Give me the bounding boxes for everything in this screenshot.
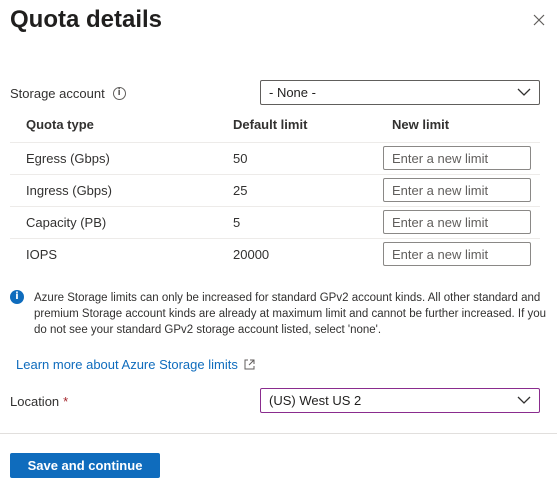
save-and-continue-button[interactable]: Save and continue	[10, 453, 160, 478]
default-limit-cell: 5	[233, 215, 241, 230]
close-button[interactable]	[527, 8, 551, 32]
info-message: Azure Storage limits can only be increas…	[34, 292, 546, 336]
table-divider	[10, 142, 540, 143]
learn-more-link[interactable]: Learn more about Azure Storage limits	[16, 357, 255, 372]
location-label-group: Location *	[10, 392, 68, 410]
storage-account-selected: - None -	[269, 85, 316, 100]
info-icon: i	[10, 290, 24, 304]
quota-type-cell: IOPS	[26, 247, 58, 262]
default-limit-cell: 25	[233, 183, 248, 198]
close-icon	[533, 14, 545, 26]
external-link-icon	[244, 359, 255, 370]
table-divider	[10, 174, 540, 175]
storage-account-label: Storage account	[10, 85, 105, 101]
new-limit-input-capacity[interactable]	[383, 210, 531, 234]
quota-type-cell: Capacity (PB)	[26, 215, 107, 230]
page-title: Quota details	[10, 6, 163, 33]
default-limit-cell: 20000	[233, 247, 270, 262]
quota-type-cell: Ingress (Gbps)	[26, 183, 112, 198]
chevron-down-icon	[517, 396, 531, 404]
table-divider	[10, 238, 540, 239]
storage-account-dropdown[interactable]: - None -	[260, 80, 540, 105]
required-marker: *	[63, 393, 69, 409]
table-divider	[10, 206, 540, 207]
location-dropdown[interactable]: (US) West US 2	[260, 388, 540, 413]
column-header-default-limit: Default limit	[233, 117, 308, 132]
column-header-new-limit: New limit	[392, 117, 450, 132]
chevron-down-icon	[517, 88, 531, 96]
location-label: Location	[10, 393, 60, 409]
new-limit-input-egress[interactable]	[383, 146, 531, 170]
location-selected: (US) West US 2	[269, 393, 362, 408]
new-limit-input-ingress[interactable]	[383, 178, 531, 202]
default-limit-cell: 50	[233, 151, 248, 166]
info-icon[interactable]: i	[112, 86, 126, 100]
quota-type-cell: Egress (Gbps)	[26, 151, 110, 166]
storage-account-label-group: Storage account i	[10, 84, 126, 102]
learn-more-text: Learn more about Azure Storage limits	[16, 357, 238, 372]
column-header-quota-type: Quota type	[26, 117, 94, 132]
new-limit-input-iops[interactable]	[383, 242, 531, 266]
footer-divider	[0, 433, 557, 434]
